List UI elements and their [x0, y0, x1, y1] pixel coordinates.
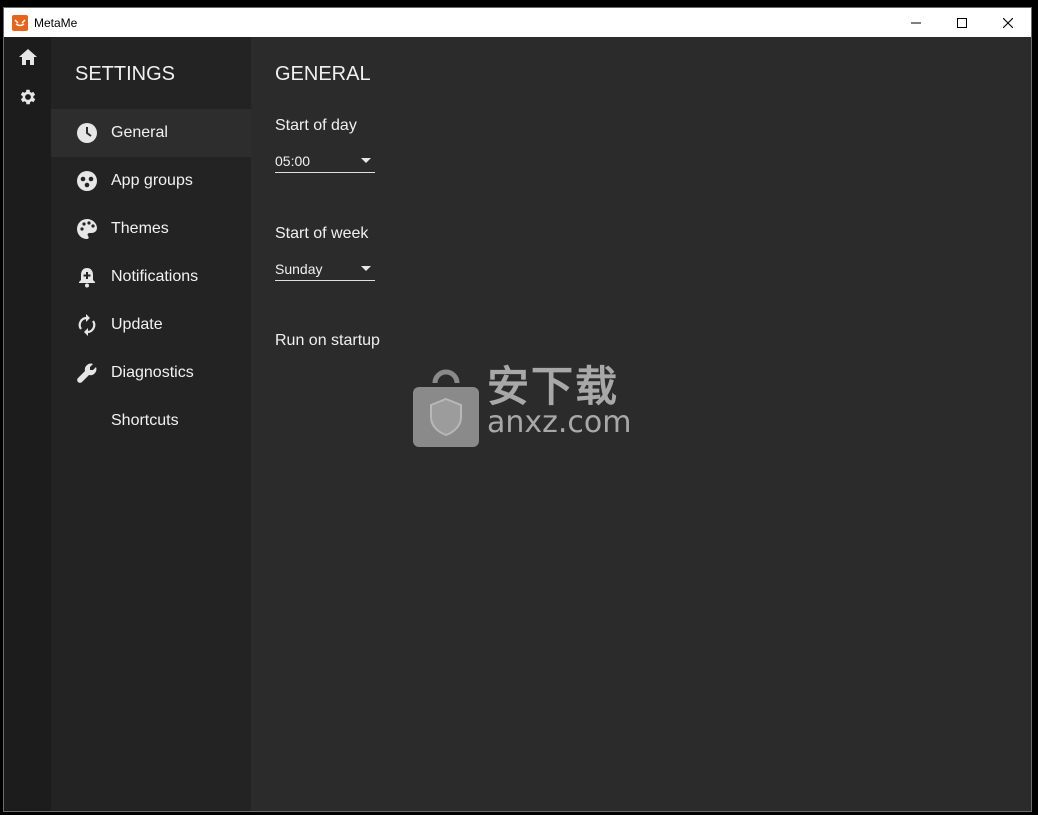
start-of-week-select[interactable]: Sunday — [275, 257, 375, 281]
watermark-en-text: anxz.com — [487, 405, 632, 440]
sidebar-item-diagnostics[interactable]: Diagnostics — [51, 349, 251, 397]
rail-home-button[interactable] — [4, 37, 51, 77]
close-button[interactable] — [985, 8, 1031, 37]
sidebar-item-themes[interactable]: Themes — [51, 205, 251, 253]
sidebar-item-app-groups[interactable]: App groups — [51, 157, 251, 205]
bell-plus-icon — [75, 265, 99, 289]
app-window: MetaMe SETTINGS General App groups Theme… — [3, 7, 1032, 812]
app-logo-icon — [12, 14, 28, 31]
maximize-icon — [957, 17, 967, 28]
start-of-week-value: Sunday — [275, 260, 323, 277]
sidebar-item-update[interactable]: Update — [51, 301, 251, 349]
clock-icon — [75, 121, 99, 145]
sidebar-item-label: Update — [111, 316, 163, 333]
settings-sidebar: SETTINGS General App groups Themes Notif… — [51, 37, 251, 811]
sidebar-title: SETTINGS — [75, 63, 176, 85]
gear-icon — [20, 89, 35, 105]
home-icon — [18, 49, 37, 65]
start-of-day-label: Start of day — [275, 117, 357, 134]
settings-nav: General App groups Themes Notifications — [51, 109, 251, 445]
maximize-button[interactable] — [939, 8, 985, 37]
watermark: 安下载 anxz.com — [411, 362, 632, 447]
title-bar[interactable]: MetaMe — [4, 8, 1031, 37]
sidebar-item-shortcuts[interactable]: Shortcuts — [51, 397, 251, 445]
sidebar-item-label: App groups — [111, 172, 193, 189]
close-icon — [1003, 17, 1013, 28]
sidebar-item-label: General — [111, 124, 168, 141]
start-of-day-select[interactable]: 05:00 — [275, 149, 375, 173]
watermark-cn-text: 安下载 — [487, 362, 620, 411]
sidebar-item-label: Shortcuts — [111, 412, 179, 429]
shield-bag-icon — [411, 369, 481, 447]
sidebar-item-label: Themes — [111, 220, 169, 237]
sidebar-item-label: Notifications — [111, 268, 199, 285]
chevron-down-icon — [361, 266, 371, 271]
sidebar-item-notifications[interactable]: Notifications — [51, 253, 251, 301]
sidebar-item-label: Diagnostics — [111, 364, 194, 381]
nav-rail — [4, 37, 51, 811]
minimize-icon — [911, 22, 921, 23]
start-of-day-value: 05:00 — [275, 152, 311, 169]
refresh-icon — [75, 313, 99, 337]
sidebar-item-general[interactable]: General — [51, 109, 251, 157]
app-groups-icon — [75, 169, 99, 193]
wrench-icon — [75, 361, 99, 385]
general-settings-panel: GENERAL Start of day 05:00 Start of week… — [251, 37, 1031, 811]
page-title: GENERAL — [275, 63, 371, 85]
rail-settings-button[interactable] — [4, 77, 51, 117]
chevron-down-icon — [361, 158, 371, 163]
palette-icon — [75, 217, 99, 241]
start-of-week-label: Start of week — [275, 225, 369, 242]
run-on-startup-label: Run on startup — [275, 332, 380, 349]
minimize-button[interactable] — [893, 8, 939, 37]
window-title: MetaMe — [34, 15, 78, 30]
